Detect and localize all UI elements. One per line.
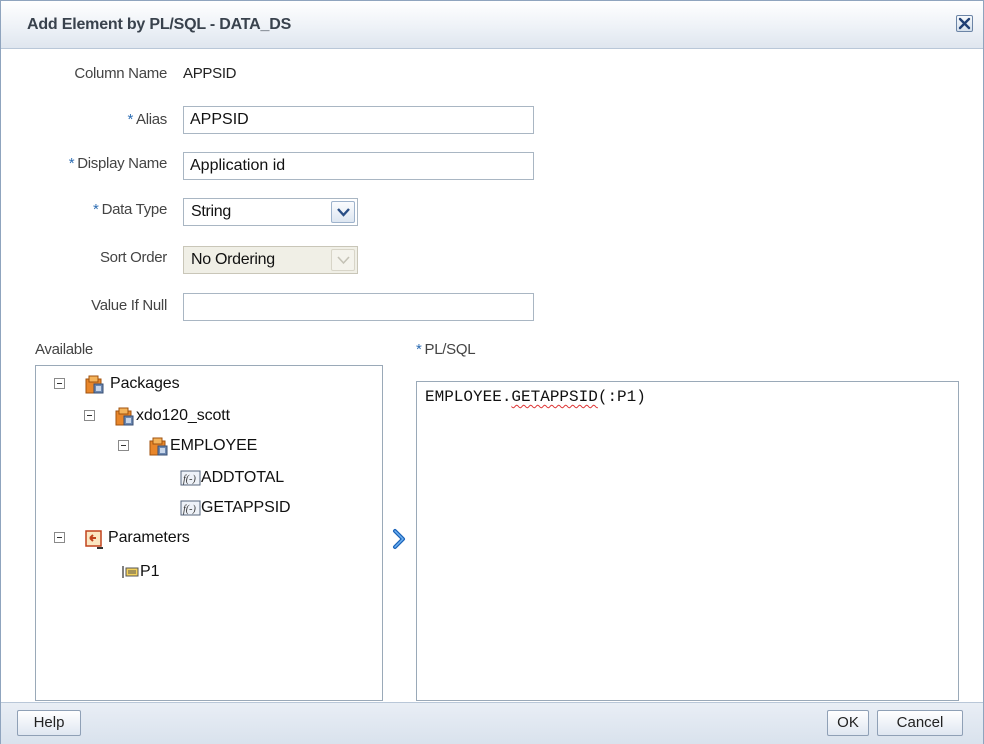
- tree-node-parameters[interactable]: Parameters: [54, 528, 354, 550]
- tree-node-employee[interactable]: EMPLOYEE: [118, 436, 368, 458]
- required-marker: *: [93, 201, 99, 218]
- tree-node-schema[interactable]: xdo120_scott: [84, 406, 364, 428]
- sort-order-label: Sort Order: [99, 249, 167, 266]
- tree-node-packages[interactable]: Packages: [54, 374, 354, 396]
- plsql-label: * PL/SQL: [416, 341, 476, 358]
- tree-node-label: xdo120_scott: [136, 407, 230, 424]
- package-icon: [84, 374, 106, 401]
- close-icon: [958, 17, 971, 30]
- chevron-down-icon: [337, 208, 350, 217]
- plsql-editor[interactable]: [416, 381, 959, 701]
- tree-node-label: ADDTOTAL: [201, 469, 285, 486]
- function-icon: f(-): [180, 498, 202, 523]
- help-button[interactable]: Help: [17, 710, 81, 736]
- parameters-icon: [84, 528, 108, 557]
- data-type-label: * Data Type: [93, 201, 167, 218]
- chevron-right-icon: [393, 529, 405, 549]
- alias-input[interactable]: [183, 106, 534, 134]
- function-icon: f(-): [180, 468, 202, 493]
- display-name-input[interactable]: [183, 152, 534, 180]
- cancel-button[interactable]: Cancel: [877, 710, 963, 736]
- tree-node-label: Packages: [110, 375, 180, 392]
- tree-node-addtotal[interactable]: f(-) ADDTOTAL: [180, 468, 370, 490]
- package-icon: [114, 406, 136, 433]
- sort-order-dropdown-button: [331, 249, 355, 271]
- dialog-titlebar: Add Element by PL/SQL - DATA_DS: [1, 1, 983, 49]
- value-if-null-input[interactable]: [183, 293, 534, 321]
- available-tree[interactable]: Packages xdo120_scott EMPLOYEE f(-) ADDT…: [35, 365, 383, 701]
- chevron-down-icon: [337, 256, 350, 265]
- tree-node-label: P1: [140, 563, 160, 580]
- collapse-toggle[interactable]: [54, 378, 65, 389]
- tree-node-label: Parameters: [108, 529, 190, 546]
- tree-node-label: GETAPPSID: [201, 499, 291, 516]
- required-marker: *: [127, 111, 133, 128]
- column-name-label: Column Name: [74, 65, 167, 82]
- move-to-plsql-button[interactable]: [391, 528, 409, 550]
- alias-label: * Alias: [127, 111, 167, 128]
- parameter-icon: [120, 562, 142, 587]
- close-button[interactable]: [956, 15, 973, 32]
- sort-order-select: No Ordering: [183, 246, 358, 274]
- data-type-dropdown-button[interactable]: [331, 201, 355, 223]
- data-type-value: String: [191, 203, 231, 220]
- tree-node-p1[interactable]: P1: [120, 562, 240, 584]
- tree-node-getappsid[interactable]: f(-) GETAPPSID: [180, 498, 370, 520]
- value-if-null-label: Value If Null: [91, 297, 167, 314]
- required-marker: *: [68, 155, 75, 172]
- svg-text:f(-): f(-): [183, 504, 196, 515]
- svg-text:f(-): f(-): [183, 474, 196, 485]
- plsql-code: EMPLOYEE.GETAPPSID(:P1): [425, 388, 646, 406]
- column-name-value: APPSID: [183, 65, 237, 82]
- ok-button[interactable]: OK: [827, 710, 869, 736]
- tree-node-label: EMPLOYEE: [170, 437, 258, 454]
- add-element-dialog: Add Element by PL/SQL - DATA_DS Column N…: [0, 0, 984, 744]
- collapse-toggle[interactable]: [84, 410, 95, 421]
- available-label: Available: [35, 341, 93, 358]
- collapse-toggle[interactable]: [54, 532, 65, 543]
- spellcheck-flagged-text: GETAPPSID: [511, 388, 598, 406]
- dialog-footer: Help OK Cancel: [1, 702, 983, 744]
- display-name-label: * Display Name: [68, 155, 168, 172]
- sort-order-value: No Ordering: [191, 251, 275, 268]
- collapse-toggle[interactable]: [118, 440, 129, 451]
- package-icon: [148, 436, 170, 463]
- dialog-title: Add Element by PL/SQL - DATA_DS: [27, 16, 292, 33]
- data-type-select[interactable]: String: [183, 198, 358, 226]
- required-marker: *: [416, 341, 422, 358]
